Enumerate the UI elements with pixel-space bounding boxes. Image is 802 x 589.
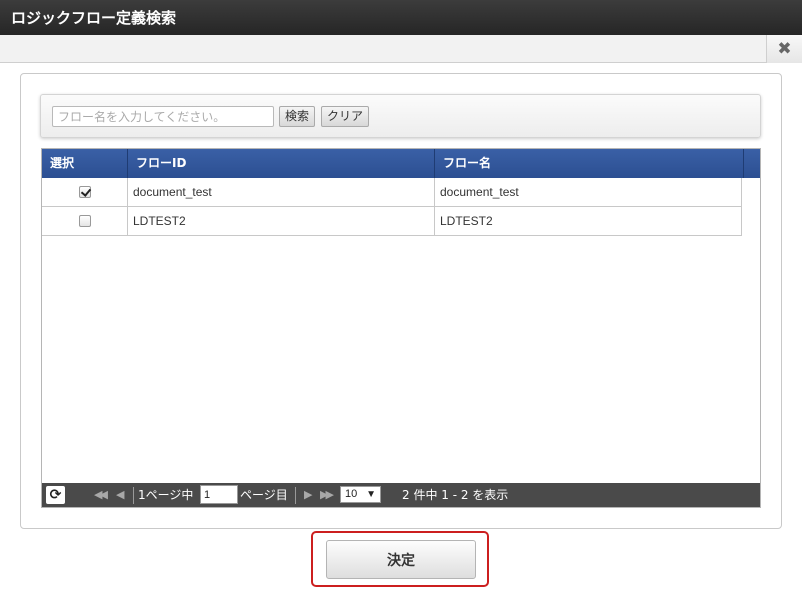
clear-button[interactable]: クリア xyxy=(321,106,370,127)
confirm-highlight: 決定 xyxy=(311,531,489,587)
grid-header: 選択 フローID フロー名 xyxy=(42,149,760,178)
pager-separator xyxy=(295,487,296,504)
flow-name-cell: document_test xyxy=(435,178,742,207)
confirm-button[interactable]: 決定 xyxy=(326,540,476,579)
pager-bar: ⟳ ◀◀ ◀ 1ページ中 ページ目 ▶ ▶▶ 10 ▼ 2 件中 1 - 2 を… xyxy=(42,483,760,507)
last-page-icon[interactable]: ▶▶ xyxy=(320,487,334,503)
flow-name-search-input[interactable] xyxy=(52,106,274,127)
row-select-checkbox[interactable] xyxy=(78,214,91,227)
dialog-title: ロジックフロー定義検索 xyxy=(0,0,802,35)
flow-name-cell: LDTEST2 xyxy=(435,207,742,236)
prev-page-icon[interactable]: ◀ xyxy=(116,487,125,503)
rows-per-page-select[interactable]: 10 ▼ xyxy=(340,486,381,503)
row-select-checkbox[interactable] xyxy=(78,185,91,198)
flow-id-cell: LDTEST2 xyxy=(128,207,435,236)
page-prefix-label: 1ページ中 xyxy=(138,488,194,502)
record-summary: 2 件中 1 - 2 を表示 xyxy=(402,488,509,502)
flow-id-cell: document_test xyxy=(128,178,435,207)
column-header-select[interactable]: 選択 xyxy=(42,149,128,178)
first-page-icon[interactable]: ◀◀ xyxy=(94,487,108,503)
chevron-down-icon: ▼ xyxy=(366,489,376,500)
rows-per-page-value: 10 xyxy=(345,488,358,500)
column-header-flow-id[interactable]: フローID xyxy=(128,149,435,178)
dialog-toolbar: ✖ xyxy=(0,35,802,63)
grid-rows: document_test document_test LDTEST2 LDTE… xyxy=(42,178,742,236)
search-button[interactable]: 検索 xyxy=(279,106,316,127)
table-row[interactable]: LDTEST2 LDTEST2 xyxy=(42,207,742,236)
table-row[interactable]: document_test document_test xyxy=(42,178,742,207)
page-number-input[interactable] xyxy=(200,485,238,504)
flow-grid: 選択 フローID フロー名 document_test document_tes… xyxy=(41,148,761,508)
search-panel: 検索 クリア xyxy=(40,94,761,138)
reload-icon[interactable]: ⟳ xyxy=(46,486,65,504)
column-header-flow-name[interactable]: フロー名 xyxy=(435,149,744,178)
next-page-icon[interactable]: ▶ xyxy=(304,487,313,503)
page-suffix-label: ページ目 xyxy=(240,488,288,502)
close-icon[interactable]: ✖ xyxy=(766,35,802,63)
pager-separator xyxy=(133,487,134,504)
